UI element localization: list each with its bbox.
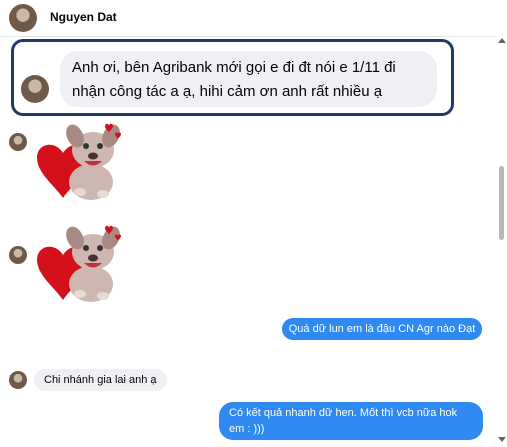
outgoing-message[interactable]: Quá dữ lun em là đậu CN Agr nào Đạt: [282, 318, 482, 340]
scroll-down-arrow-icon[interactable]: [498, 437, 506, 442]
sender-avatar[interactable]: [9, 371, 27, 389]
outgoing-message[interactable]: Có kết quả nhanh dữ hen. Mốt thì vcb nữa…: [219, 402, 483, 440]
scrollbar-thumb[interactable]: [499, 166, 504, 240]
incoming-message[interactable]: Chi nhánh gia lai anh ạ: [34, 369, 167, 391]
sender-avatar[interactable]: [9, 133, 27, 151]
scrollbar[interactable]: [497, 36, 507, 447]
contact-avatar[interactable]: [9, 4, 37, 32]
dog-heart-sticker[interactable]: [31, 220, 123, 312]
sender-avatar[interactable]: [9, 246, 27, 264]
dog-heart-sticker[interactable]: [31, 118, 123, 210]
chat-header: Nguyen Dat: [0, 0, 507, 37]
contact-name[interactable]: Nguyen Dat: [50, 10, 117, 24]
sender-avatar[interactable]: [21, 75, 49, 103]
scroll-up-arrow-icon[interactable]: [498, 38, 506, 43]
incoming-message-highlighted[interactable]: Anh ơi, bên Agribank mới gọi e đi đt nói…: [60, 51, 437, 107]
